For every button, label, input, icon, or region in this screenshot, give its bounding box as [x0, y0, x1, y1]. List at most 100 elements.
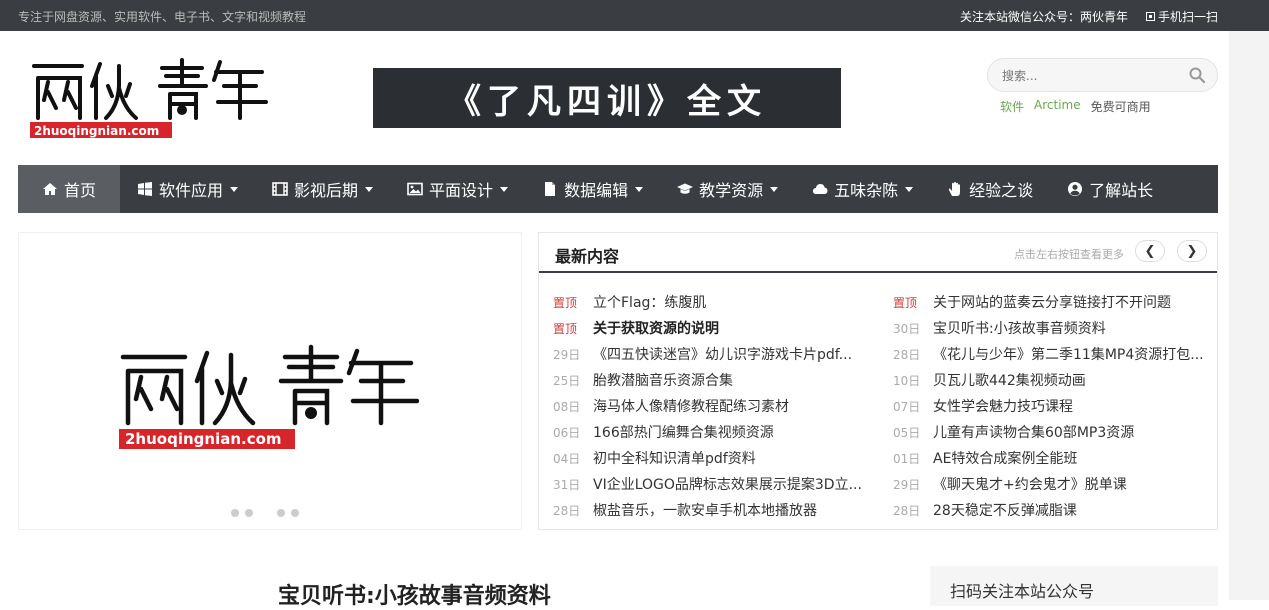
file-icon — [545, 182, 556, 196]
item-title-link[interactable]: 关于网站的蓝奏云分享链接打不开问题 — [933, 292, 1171, 312]
item-title-link[interactable]: 立个Flag：练腹肌 — [593, 292, 706, 312]
slider-dot[interactable] — [231, 509, 239, 517]
nav-item-software[interactable]: 软件应用 — [120, 165, 255, 213]
search-input[interactable] — [1002, 67, 1182, 85]
list-item[interactable]: 07日 女性学会魅力技巧课程 — [893, 393, 1223, 419]
item-date: 07日 — [893, 399, 921, 414]
item-title-link[interactable]: 儿童有声读物合集60部MP3资源 — [933, 422, 1134, 442]
slider-dot[interactable] — [291, 509, 299, 517]
list-item[interactable]: 01日 AE特效合成案例全能班 — [893, 445, 1223, 471]
item-title-link[interactable]: AE特效合成案例全能班 — [933, 448, 1077, 468]
hand-icon — [948, 182, 961, 196]
search-box — [987, 58, 1218, 92]
nav-item-teaching[interactable]: 教学资源 — [660, 165, 795, 213]
mobile-scan-link[interactable]: 手机扫一扫 — [1145, 8, 1218, 25]
item-date: 08日 — [553, 399, 581, 414]
hotword-link[interactable]: 免费可商用 — [1091, 98, 1151, 115]
logo-graphic: 2huoqingnian.com — [30, 58, 268, 138]
site-logo[interactable]: 2huoqingnian.com — [30, 56, 270, 140]
nav-item-experience[interactable]: 经验之谈 — [930, 165, 1050, 213]
prev-button[interactable]: ❮ — [1135, 240, 1165, 262]
wechat-follow-link[interactable]: 关注本站微信公众号：两伙青年 — [960, 8, 1128, 25]
item-date: 04日 — [553, 451, 581, 466]
chevron-down-icon — [635, 186, 644, 192]
item-title-link[interactable]: 女性学会魅力技巧课程 — [933, 396, 1073, 416]
top-bar-links: 关注本站微信公众号：两伙青年 手机扫一扫 — [960, 8, 1218, 25]
next-button[interactable]: ❯ — [1177, 240, 1207, 262]
item-title-link[interactable]: 《四五快读迷宫》幼儿识字游戏卡片pdf... — [593, 344, 852, 364]
list-item[interactable]: 28日 椒盐音乐，一款安卓手机本地播放器 — [553, 497, 883, 523]
nav-item-misc[interactable]: 五味杂陈 — [795, 165, 930, 213]
list-item[interactable]: 28日 28天稳定不反弹减脂课 — [893, 497, 1223, 523]
article-title[interactable]: 宝贝听书:小孩故事音频资料 — [278, 578, 551, 610]
slider-dot[interactable] — [277, 509, 285, 517]
list-item[interactable]: 06日 166部热门编舞合集视频资源 — [553, 419, 883, 445]
slider-logo-graphic: 2huoqingnian.com — [119, 344, 419, 449]
slider-dot[interactable] — [245, 509, 253, 517]
item-title-link[interactable]: 初中全科知识清单pdf资料 — [593, 448, 756, 468]
nav-item-design[interactable]: 平面设计 — [390, 165, 525, 213]
list-item[interactable]: 置顶 立个Flag：练腹肌 — [553, 289, 883, 315]
item-title-link[interactable]: 贝瓦儿歌442集视频动画 — [933, 370, 1086, 390]
hotword-link[interactable]: 软件 — [1000, 98, 1024, 115]
nav-item-label: 经验之谈 — [969, 181, 1034, 200]
list-item[interactable]: 10日 贝瓦儿歌442集视频动画 — [893, 367, 1223, 393]
hotword-link[interactable]: Arctime — [1034, 98, 1081, 115]
latest-content-panel: 最新内容 点击左右按钮查看更多 ❮ ❯ 置顶 立个Flag：练腹肌 置顶 关于获取资源… — [538, 232, 1218, 530]
chevron-left-icon: ❮ — [1144, 243, 1156, 259]
main-nav: 首页 软件应用 影视后期 平面设计 数据编辑 教学资源 五味杂陈 经验之谈 了解… — [18, 165, 1218, 213]
chevron-right-icon: ❯ — [1186, 243, 1198, 259]
featured-slider[interactable]: 2huoqingnian.com — [18, 232, 522, 530]
list-item[interactable]: 置顶 关于获取资源的说明 — [553, 315, 883, 341]
item-date: 06日 — [553, 425, 581, 440]
latest-list-left: 置顶 立个Flag：练腹肌 置顶 关于获取资源的说明 29日 《四五快读迷宫》幼儿识字游戏… — [553, 289, 883, 523]
latest-list-right: 置顶 关于网站的蓝奏云分享链接打不开问题 30日 宝贝听书:小孩故事音频资料 28日 《花… — [893, 289, 1223, 523]
list-item[interactable]: 25日 胎教潜脑音乐资源合集 — [553, 367, 883, 393]
list-item[interactable]: 29日 《四五快读迷宫》幼儿识字游戏卡片pdf... — [553, 341, 883, 367]
home-icon — [43, 183, 57, 195]
nav-item-data[interactable]: 数据编辑 — [525, 165, 660, 213]
nav-item-home[interactable]: 首页 — [18, 165, 121, 213]
item-title-link[interactable]: 关于获取资源的说明 — [593, 318, 719, 338]
pinned-badge: 置顶 — [893, 295, 918, 310]
search-icon[interactable] — [1189, 67, 1205, 83]
item-title-link[interactable]: 《花儿与少年》第二季11集MP4资源打包... — [933, 344, 1204, 364]
chevron-down-icon — [500, 186, 509, 192]
item-date: 31日 — [553, 477, 581, 492]
item-title-link[interactable]: 胎教潜脑音乐资源合集 — [593, 370, 733, 390]
nav-item-about[interactable]: 了解站长 — [1050, 165, 1170, 213]
chevron-down-icon — [905, 186, 914, 192]
list-item[interactable]: 08日 海马体人像精修教程配练习素材 — [553, 393, 883, 419]
item-title-link[interactable]: 《聊天鬼才+约会鬼才》脱单课 — [933, 474, 1127, 494]
list-item[interactable]: 05日 儿童有声读物合集60部MP3资源 — [893, 419, 1223, 445]
item-date: 29日 — [893, 477, 921, 492]
list-item[interactable]: 04日 初中全科知识清单pdf资料 — [553, 445, 883, 471]
nav-item-label: 软件应用 — [159, 181, 224, 200]
item-date: 05日 — [893, 425, 921, 440]
item-title-link[interactable]: 海马体人像精修教程配练习素材 — [593, 396, 789, 416]
item-title-link[interactable]: 椒盐音乐，一款安卓手机本地播放器 — [593, 500, 817, 520]
site-tagline: 专注于网盘资源、实用软件、电子书、文字和视频教程 — [18, 10, 307, 24]
graduation-cap-icon — [677, 183, 694, 194]
list-item[interactable]: 置顶 关于网站的蓝奏云分享链接打不开问题 — [893, 289, 1223, 315]
banner-ad[interactable]: 《了凡四训》全文 — [373, 68, 841, 128]
slider-pagination — [231, 509, 299, 517]
item-title-link[interactable]: VI企业LOGO品牌标志效果展示提案3D立... — [593, 474, 862, 494]
item-date: 28日 — [553, 503, 581, 518]
item-title-link[interactable]: 28天稳定不反弹减脂课 — [933, 500, 1077, 520]
list-item[interactable]: 29日 《聊天鬼才+约会鬼才》脱单课 — [893, 471, 1223, 497]
item-title-link[interactable]: 166部热门编舞合集视频资源 — [593, 422, 774, 442]
sidebar-qr-title: 扫码关注本站公众号 — [950, 582, 1095, 601]
list-item[interactable]: 31日 VI企业LOGO品牌标志效果展示提案3D立... — [553, 471, 883, 497]
item-date: 10日 — [893, 373, 921, 388]
list-item[interactable]: 30日 宝贝听书:小孩故事音频资料 — [893, 315, 1223, 341]
list-item[interactable]: 28日 《花儿与少年》第二季11集MP4资源打包... — [893, 341, 1223, 367]
sidebar-qr-box: 扫码关注本站公众号 — [930, 566, 1218, 606]
item-date: 01日 — [893, 451, 921, 466]
item-title-link[interactable]: 宝贝听书:小孩故事音频资料 — [933, 318, 1106, 338]
nav-item-video[interactable]: 影视后期 — [255, 165, 390, 213]
banner-text: 《了凡四训》全文 — [447, 81, 767, 122]
page-scrollbar[interactable] — [1229, 31, 1269, 600]
nav-item-label: 教学资源 — [699, 181, 764, 200]
nav-item-label: 影视后期 — [294, 181, 359, 200]
